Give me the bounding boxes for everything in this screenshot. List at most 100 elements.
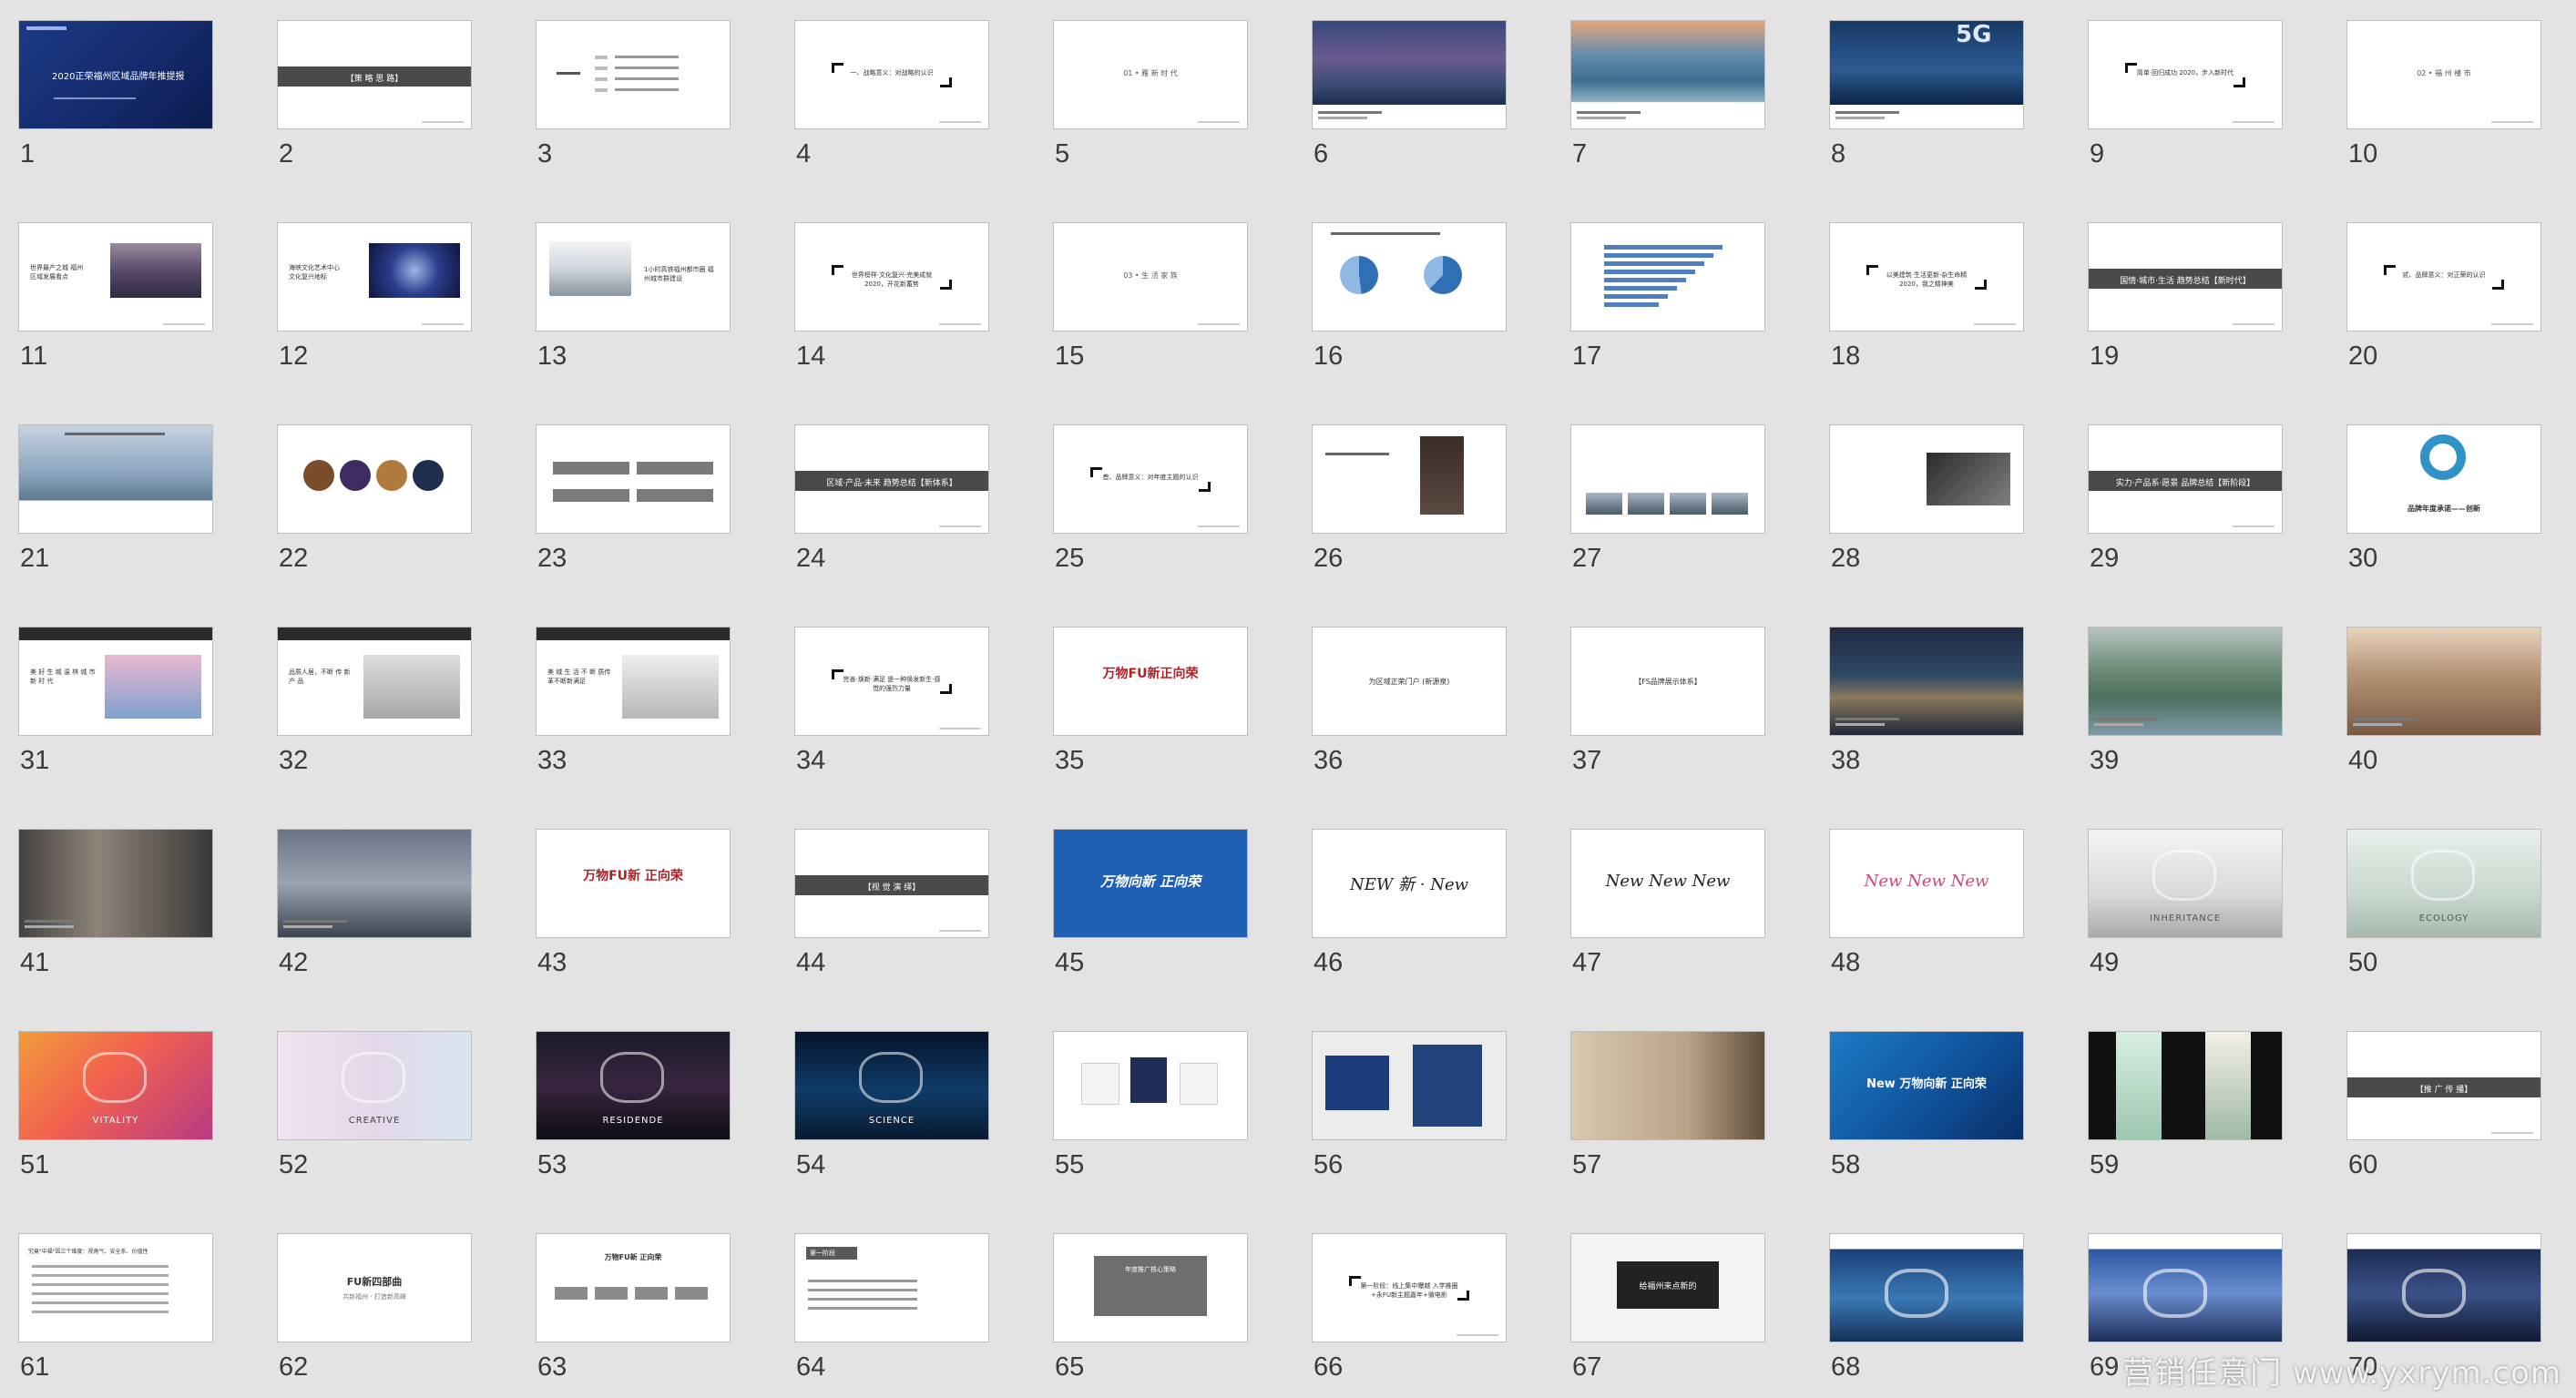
slide-thumbnail[interactable]: 品质人居，不断 传 新 产 品 32	[277, 627, 472, 774]
slide-thumbnail[interactable]: 26	[1312, 424, 1507, 572]
slide-preview[interactable]	[1570, 1031, 1765, 1140]
slide-thumbnail[interactable]: 02 • 福 州 楼 市 10	[2346, 20, 2541, 168]
slide-thumbnail[interactable]: 万物向新 正向荣 45	[1053, 829, 1248, 976]
slide-preview[interactable]	[277, 829, 472, 938]
slide-thumbnail[interactable]: 海峡文化艺术中心 文化复兴地标 12	[277, 222, 472, 370]
slide-preview[interactable]	[2088, 1031, 2283, 1140]
slide-thumbnail[interactable]: 世界最产之城 福州区域发展看点 11	[18, 222, 213, 370]
slide-preview[interactable]: FU新四部曲 共新福州 · 打造新高峰	[277, 1233, 472, 1342]
slide-thumbnail[interactable]: 万物FU新正向荣 35	[1053, 627, 1248, 774]
slide-preview[interactable]: 实力·产品系·愿景 品牌总结【新阶段】	[2088, 424, 2283, 534]
slide-thumbnail[interactable]: 03 • 生 活 家 族 15	[1053, 222, 1248, 370]
slide-thumbnail[interactable]: 38	[1829, 627, 2024, 774]
slide-preview[interactable]: 海峡文化艺术中心 文化复兴地标	[277, 222, 472, 332]
slide-preview[interactable]: 美 城 生 活 不 断 质传革不断新满足	[536, 627, 731, 736]
slide-thumbnail[interactable]: 2020正荣福州区域品牌年推提报 1	[18, 20, 213, 168]
slide-preview[interactable]	[277, 424, 472, 534]
slide-thumbnail[interactable]: FU新四部曲 共新福州 · 打造新高峰 62	[277, 1233, 472, 1381]
slide-preview[interactable]	[1053, 1031, 1248, 1140]
slide-thumbnail[interactable]: 叁、品牌意义：对年度主题的认识 25	[1053, 424, 1248, 572]
slide-preview[interactable]: 第一阶段	[794, 1233, 989, 1342]
slide-preview[interactable]: 第一阶段：线上集中曝越 入学推圈+永FU新主题嘉年+微电影	[1312, 1233, 1507, 1342]
slide-thumbnail[interactable]: 品牌年度承诺——创新 30	[2346, 424, 2541, 572]
slide-thumbnail[interactable]: 美 好 生 城 温 林 城 市 新 时 代 31	[18, 627, 213, 774]
slide-preview[interactable]: 【视 觉 演 绎】	[794, 829, 989, 938]
slide-thumbnail[interactable]: New New New 47	[1570, 829, 1765, 976]
slide-preview[interactable]: 【策 略 思 路】	[277, 20, 472, 129]
slide-preview[interactable]: 一、战略意义：对战略的认识	[794, 20, 989, 129]
slide-thumbnail[interactable]: 40	[2346, 627, 2541, 774]
slide-thumbnail[interactable]: 【策 略 思 路】 2	[277, 20, 472, 168]
slide-thumbnail[interactable]: 7	[1570, 20, 1765, 168]
slide-preview[interactable]: 年度推广核心策略	[1053, 1233, 1248, 1342]
slide-thumbnail[interactable]: 简单·回归成功 2020，步入新时代 9	[2088, 20, 2283, 168]
slide-preview[interactable]: 叁、品牌意义：对年度主题的认识	[1053, 424, 1248, 534]
slide-thumbnail[interactable]: 59	[2088, 1031, 2283, 1179]
slide-thumbnail[interactable]: 【视 觉 演 绎】 44	[794, 829, 989, 976]
slide-thumbnail[interactable]: 57	[1570, 1031, 1765, 1179]
slide-preview[interactable]	[1312, 1031, 1507, 1140]
slide-preview[interactable]: 万物FU新 正向荣	[536, 829, 731, 938]
slide-preview[interactable]: CREATIVE	[277, 1031, 472, 1140]
slide-preview[interactable]	[536, 424, 731, 534]
slide-thumbnail[interactable]: 万物FU新 正向荣 43	[536, 829, 731, 976]
slide-thumbnail[interactable]: 贰、品牌意义：对正荣的认识 20	[2346, 222, 2541, 370]
slide-preview[interactable]: New New New	[1570, 829, 1765, 938]
slide-preview[interactable]: 品质人居，不断 传 新 产 品	[277, 627, 472, 736]
slide-thumbnail[interactable]: INHERITANCE 49	[2088, 829, 2283, 976]
slide-preview[interactable]	[1312, 424, 1507, 534]
slide-preview[interactable]	[536, 20, 731, 129]
slide-preview[interactable]: 03 • 生 活 家 族	[1053, 222, 1248, 332]
slide-preview[interactable]: 品牌年度承诺——创新	[2346, 424, 2541, 534]
slide-thumbnail[interactable]: 【FS品牌展示体系】 37	[1570, 627, 1765, 774]
slide-preview[interactable]: 给福州来点新的	[1570, 1233, 1765, 1342]
slide-thumbnail[interactable]: 68	[1829, 1233, 2024, 1381]
slide-preview[interactable]: INHERITANCE	[2088, 829, 2283, 938]
slide-preview[interactable]: 为区域正荣门户 (新源泉)	[1312, 627, 1507, 736]
slide-thumbnail[interactable]: RESIDENDE 53	[536, 1031, 731, 1179]
slide-thumbnail[interactable]: 第一阶段 64	[794, 1233, 989, 1381]
slide-preview[interactable]: 贰、品牌意义：对正荣的认识	[2346, 222, 2541, 332]
slide-thumbnail[interactable]: 以美建筑·生活更新·杂生命精 2020，我之精神美 18	[1829, 222, 2024, 370]
slide-preview[interactable]: 万物FU新 正向荣	[536, 1233, 731, 1342]
slide-thumbnail[interactable]: VITALITY 51	[18, 1031, 213, 1179]
slide-preview[interactable]	[1829, 1233, 2024, 1342]
slide-thumbnail[interactable]: 39	[2088, 627, 2283, 774]
slide-thumbnail[interactable]: 17	[1570, 222, 1765, 370]
slide-thumbnail[interactable]: New 万物向新 正向荣 58	[1829, 1031, 2024, 1179]
slide-thumbnail[interactable]: SCIENCE 54	[794, 1031, 989, 1179]
slide-preview[interactable]	[2088, 1233, 2283, 1342]
slide-thumbnail[interactable]: 01 • 雁 新 时 代 5	[1053, 20, 1248, 168]
slide-thumbnail[interactable]: 41	[18, 829, 213, 976]
slide-preview[interactable]	[1312, 222, 1507, 332]
slide-thumbnail[interactable]: 27	[1570, 424, 1765, 572]
slide-thumbnail[interactable]: 给福州来点新的 67	[1570, 1233, 1765, 1381]
slide-thumbnail[interactable]: 56	[1312, 1031, 1507, 1179]
slide-thumbnail[interactable]: 区域·产品·未来 趋势总结【新体系】 24	[794, 424, 989, 572]
slide-thumbnail[interactable]: ECOLOGY 50	[2346, 829, 2541, 976]
slide-preview[interactable]	[1570, 424, 1765, 534]
slide-thumbnail[interactable]: 3	[536, 20, 731, 168]
slide-thumbnail[interactable]: 16	[1312, 222, 1507, 370]
slide-preview[interactable]: SCIENCE	[794, 1031, 989, 1140]
slide-preview[interactable]: RESIDENDE	[536, 1031, 731, 1140]
slide-preview[interactable]	[2346, 627, 2541, 736]
slide-thumbnail[interactable]: 23	[536, 424, 731, 572]
slide-thumbnail[interactable]: 5G 8	[1829, 20, 2024, 168]
slide-thumbnail[interactable]: CREATIVE 52	[277, 1031, 472, 1179]
slide-preview[interactable]: NEW 新 · New	[1312, 829, 1507, 938]
slide-thumbnail[interactable]: 55	[1053, 1031, 1248, 1179]
slide-preview[interactable]: 1小时高铁福州都市圈 福州城市群建设	[536, 222, 731, 332]
slide-preview[interactable]: 5G	[1829, 20, 2024, 129]
slide-thumbnail[interactable]: 28	[1829, 424, 2024, 572]
slide-thumbnail[interactable]: 一、战略意义：对战略的认识 4	[794, 20, 989, 168]
slide-preview[interactable]: 国情·城市·生活 趋势总结【新时代】	[2088, 222, 2283, 332]
slide-preview[interactable]: New 万物向新 正向荣	[1829, 1031, 2024, 1140]
slide-preview[interactable]	[18, 829, 213, 938]
slide-preview[interactable]: 【FS品牌展示体系】	[1570, 627, 1765, 736]
slide-preview[interactable]: 02 • 福 州 楼 市	[2346, 20, 2541, 129]
slide-thumbnail[interactable]: 为区域正荣门户 (新源泉) 36	[1312, 627, 1507, 774]
slide-thumbnail[interactable]: 究竟"中福"因三个维度：视角气、安全系、价值性 61	[18, 1233, 213, 1381]
slide-thumbnail[interactable]: 21	[18, 424, 213, 572]
slide-preview[interactable]: 2020正荣福州区域品牌年推提报	[18, 20, 213, 129]
